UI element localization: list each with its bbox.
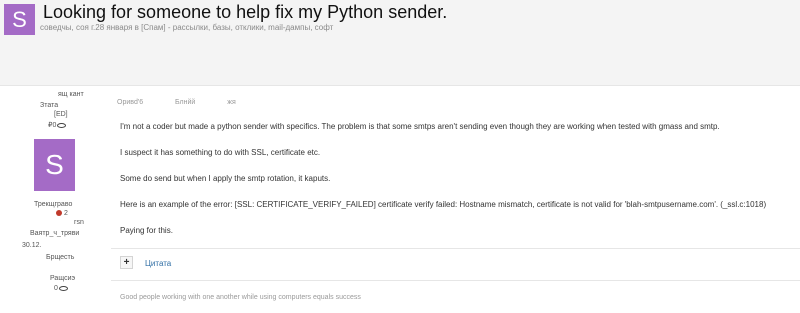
user-avatar[interactable]: S: [34, 139, 75, 191]
post-paragraph: I suspect it has something to do with SS…: [120, 148, 321, 157]
user-signature: Good people working with one another whi…: [120, 294, 361, 301]
user-stat-line: Ваятр_ч_тряви: [30, 230, 80, 237]
post-meta-item: Оривd'6: [117, 99, 144, 106]
user-panel: ящ кант Зтата [ED] ₽0 S Трекщграво 2 гsn…: [0, 87, 105, 313]
likes-count: 0: [54, 285, 58, 292]
post-meta: Оривd'6 Блнйй жя: [117, 99, 266, 106]
quote-plus-button[interactable]: +: [120, 256, 133, 269]
post-meta-item: Блнйй: [175, 99, 196, 106]
quote-link[interactable]: Цитата: [145, 259, 171, 268]
warnings-count: 2: [64, 210, 68, 217]
user-stat-line: Трекщграво: [34, 201, 73, 208]
user-stat-line: Ращсиэ: [50, 275, 76, 282]
topic-meta: соведчы, соя г.28 января в [Спам] - расс…: [40, 23, 334, 32]
user-stat-line: 30.12.: [22, 242, 42, 249]
post-paragraph: Here is an example of the error: [SSL: C…: [120, 200, 767, 209]
topic-title: Looking for someone to help fix my Pytho…: [43, 2, 448, 22]
eye-icon: [58, 285, 68, 291]
warning-icon: [56, 210, 62, 217]
user-stat-line: Зтата: [40, 102, 59, 109]
post-meta-item: жя: [227, 99, 236, 106]
divider: [111, 248, 800, 249]
user-stat-line: гsn: [74, 219, 84, 226]
topic-header: S Looking for someone to help fix my Pyt…: [0, 0, 800, 86]
user-reputation: ₽0: [48, 121, 67, 129]
user-stat-line: Брщесть: [46, 254, 75, 261]
user-stat-line: [ED]: [54, 111, 68, 118]
user-stat-line: ящ кант: [58, 91, 84, 98]
user-likes: 0: [54, 285, 68, 292]
author-avatar[interactable]: S: [4, 4, 35, 35]
user-warnings: 2: [56, 210, 68, 217]
post-paragraph: I'm not a coder but made a python sender…: [120, 122, 720, 131]
divider: [111, 280, 800, 281]
post-paragraph: Some do send but when I apply the smtp r…: [120, 174, 331, 183]
eye-icon: [57, 122, 67, 128]
reputation-value: ₽0: [48, 122, 57, 129]
post-paragraph: Paying for this.: [120, 226, 173, 235]
